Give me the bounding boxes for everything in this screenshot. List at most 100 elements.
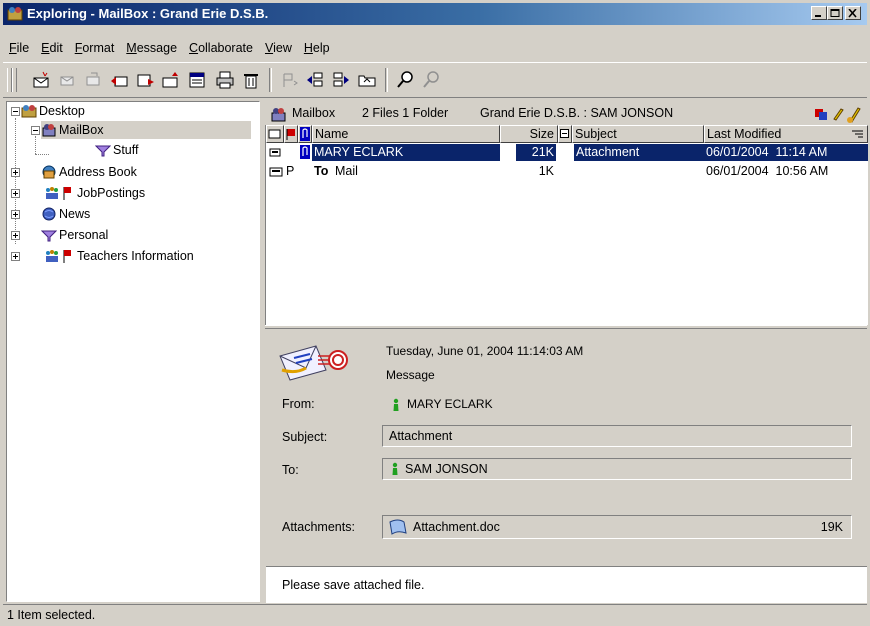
envelope-icon [268,129,281,139]
delete-icon[interactable] [241,70,261,90]
new-folder-icon[interactable] [161,70,181,90]
list-location-bar: Mailbox 2 Files 1 Folder Grand Erie D.S.… [266,103,867,125]
funnel-folder-icon [95,145,111,157]
edit-attachment-icon[interactable] [846,105,864,123]
send-icon[interactable] [135,70,155,90]
from-value[interactable]: MARY ECLARK [407,397,493,411]
column-header-name[interactable]: Name [312,125,500,143]
row-size: 1K [538,164,554,178]
message-list: Name Size Subject Last Modified MARY ECL… [265,125,868,325]
attachment-item[interactable]: Attachment.doc 19K [382,515,852,539]
from-label: From: [282,397,315,411]
to-label: To: [282,463,299,477]
row-modified: 06/01/2004 10:56 AM [706,164,829,178]
expand-jobpostings-toggle[interactable] [11,189,20,198]
to-field[interactable]: SAM JONSON [382,458,852,480]
row-name: Mail [335,164,358,178]
expand-personal-toggle[interactable] [11,231,20,240]
message-preview: Tuesday, June 01, 2004 11:14:03 AM Messa… [266,330,867,564]
menu-message[interactable]: Message [120,38,183,58]
table-row[interactable]: MARY ECLARK 21K Attachment 06/01/2004 11… [266,144,868,161]
expand-news-toggle[interactable] [11,210,20,219]
new-mail-icon[interactable] [31,70,51,90]
forward-icon[interactable] [83,70,103,90]
toolbar-grip-2[interactable] [12,68,17,92]
location-summary: 2 Files 1 Folder [362,106,449,120]
column-header-size[interactable]: Size [500,125,558,143]
funnel-folder-icon [41,230,57,242]
menu-edit[interactable]: Edit [35,38,69,58]
row-name: MARY ECLARK [312,144,500,161]
user-icon [392,462,398,475]
row-size: 21K [516,144,556,161]
column-header-flag[interactable] [284,125,298,143]
collapse-desktop-toggle[interactable] [11,107,20,116]
move-right-icon[interactable] [331,70,351,90]
toolbar-separator-2 [385,68,388,92]
column-header-attachment[interactable] [298,125,312,143]
expand-address-book-toggle[interactable] [11,168,20,177]
menu-file[interactable]: File [3,38,35,58]
red-flag-icon [63,250,71,263]
tree-label: Desktop [39,104,85,118]
app-icon [7,7,23,21]
print-icon[interactable] [215,70,235,90]
column-header-type[interactable] [266,125,284,143]
tree-label: JobPostings [77,186,146,200]
row-name-prefix: To [314,164,329,178]
flag-icon[interactable] [279,70,299,90]
maximize-icon [830,9,840,17]
reply-all-icon[interactable] [109,70,129,90]
move-left-icon[interactable] [305,70,325,90]
close-icon [848,9,857,18]
tree-item-mailbox[interactable]: MailBox [41,121,251,139]
mailbox-icon [271,108,286,122]
message-envelope-icon [279,345,348,381]
message-body[interactable]: Please save attached file. [266,566,867,603]
tree-label: Teachers Information [77,249,194,263]
menu-format[interactable]: Format [69,38,121,58]
red-flag-icon [63,187,71,200]
to-value: SAM JONSON [405,462,488,476]
status-text: 1 Item selected. [7,608,96,622]
properties-icon[interactable] [187,70,207,90]
status-bar: 1 Item selected. [3,604,867,625]
column-header-label: Last Modified [707,127,782,141]
message-body-text: Please save attached file. [282,578,425,592]
collapse-mailbox-toggle[interactable] [31,126,40,135]
find-icon[interactable] [395,70,415,90]
folder-tree: Desktop MailBox Stuff Address Book JobPo… [6,101,260,602]
preview-date: Tuesday, June 01, 2004 11:14:03 AM [386,344,584,358]
tree-line [15,118,17,244]
column-header-last-modified[interactable]: Last Modified [704,125,868,143]
user-icon [393,398,399,411]
collapse-icon [560,129,569,138]
attachments-label: Attachments: [282,520,355,534]
menu-collaborate[interactable]: Collaborate [183,38,259,58]
close-button[interactable] [845,6,861,20]
advanced-find-icon[interactable] [421,70,441,90]
column-header-collapse[interactable] [558,125,572,143]
title-bar[interactable]: Exploring - MailBox : Grand Erie D.S.B. [3,3,867,25]
pencil-icon[interactable] [832,107,844,121]
tree-label: Stuff [113,143,139,157]
tree-label: Address Book [59,165,137,179]
preview-kind: Message [386,368,435,382]
column-header-subject[interactable]: Subject [572,125,704,143]
tree-label: News [59,207,91,221]
subject-field[interactable]: Attachment [382,425,852,447]
reply-icon[interactable] [57,70,77,90]
menu-help[interactable]: Help [298,38,336,58]
maximize-button[interactable] [827,6,843,20]
document-icon [389,519,407,535]
minimize-button[interactable] [811,6,827,20]
expand-teachers-toggle[interactable] [11,252,20,261]
menu-view[interactable]: View [259,38,298,58]
folder-up-icon[interactable] [357,70,377,90]
table-row[interactable]: P To Mail 1K 06/01/2004 10:56 AM [266,163,868,180]
pane-splitter[interactable] [265,325,867,329]
desktop-icon [21,105,37,118]
filter-icon[interactable] [814,107,828,121]
minimize-icon [815,15,821,17]
attachment-size: 19K [820,520,843,534]
